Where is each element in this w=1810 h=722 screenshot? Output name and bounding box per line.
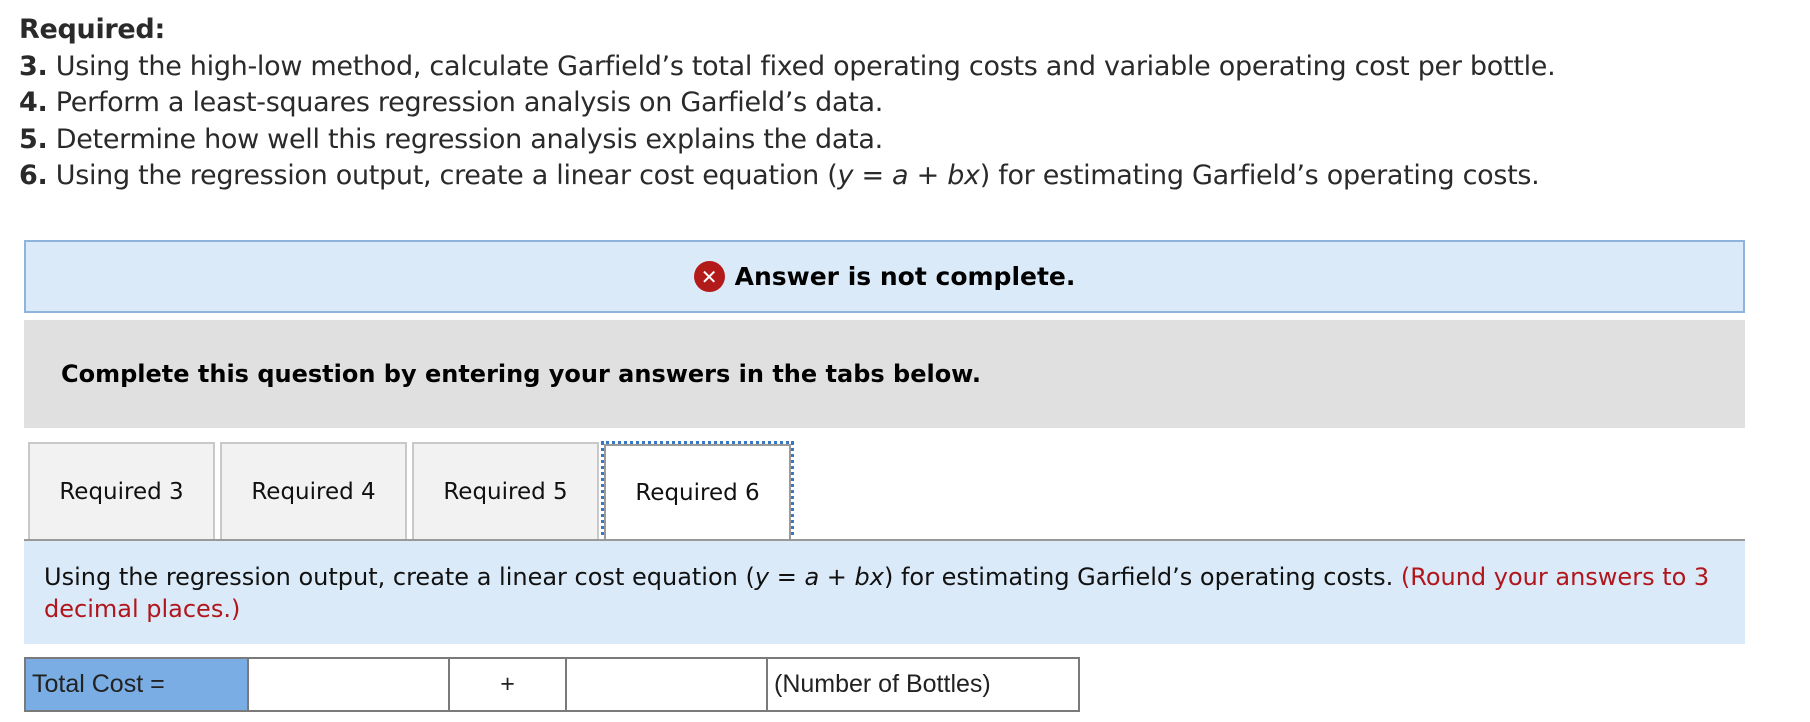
- required-item-5: 5. Determine how well this regression an…: [19, 122, 1779, 159]
- text-segment: Using the regression output, create a li…: [44, 563, 755, 591]
- required-item-number: 5.: [19, 123, 48, 155]
- fixed-cost-cell: [247, 657, 450, 712]
- equation-plus: +: [819, 563, 855, 591]
- equation-plus: +: [908, 160, 948, 191]
- required-item-text: Using the high-low method, calculate Gar…: [55, 50, 1556, 82]
- text-segment: Using the regression output, create a li…: [55, 160, 838, 191]
- cost-equation-table: Total Cost = + (Number of Bottles): [24, 657, 1080, 712]
- tab-required-3[interactable]: Required 3: [28, 442, 215, 540]
- total-cost-label: Total Cost =: [24, 657, 249, 712]
- required-item-number: 3.: [19, 50, 48, 82]
- required-heading: Required:: [19, 14, 165, 45]
- fixed-cost-input[interactable]: [249, 660, 448, 709]
- tab-bar: Required 3 Required 4 Required 5 Require…: [28, 441, 794, 543]
- equation-bx: bx: [854, 563, 884, 591]
- required-item-4: 4. Perform a least-squares regression an…: [19, 85, 1779, 122]
- required-item-3: 3. Using the high-low method, calculate …: [19, 49, 1779, 86]
- answer-status-alert: ✕ Answer is not complete.: [24, 240, 1745, 313]
- tab-panel-required-6: Using the regression output, create a li…: [24, 541, 1745, 644]
- error-x-icon: ✕: [693, 261, 725, 292]
- equation-equals: =: [853, 160, 893, 191]
- variable-cost-input[interactable]: [567, 660, 766, 709]
- required-item-number: 4.: [19, 87, 48, 118]
- alert-message: Answer is not complete.: [734, 262, 1076, 291]
- tab-required-4[interactable]: Required 4: [220, 442, 407, 540]
- instruction-text: Complete this question by entering your …: [61, 360, 981, 388]
- instruction-panel: Complete this question by entering your …: [24, 320, 1745, 428]
- tab-required-6[interactable]: Required 6: [601, 441, 794, 543]
- number-of-bottles-label: (Number of Bottles): [766, 657, 1080, 712]
- equation-bx: bx: [947, 160, 980, 191]
- equation-y: y: [837, 160, 854, 191]
- tab-required-5[interactable]: Required 5: [412, 442, 599, 540]
- plus-operator: +: [448, 657, 567, 712]
- required-instructions: Required: 3. Using the high-low method, …: [19, 12, 1779, 195]
- question-prompt: Using the regression output, create a li…: [44, 563, 1401, 591]
- equation-row: Total Cost = + (Number of Bottles): [24, 657, 1080, 712]
- variable-cost-cell: [565, 657, 768, 712]
- equation-a: a: [892, 160, 909, 191]
- required-item-text: Perform a least-squares regression analy…: [55, 87, 884, 118]
- text-segment: ) for estimating Garfield’s operating co…: [883, 563, 1401, 591]
- required-item-text: Determine how well this regression analy…: [55, 123, 883, 155]
- required-item-number: 6.: [19, 160, 48, 191]
- equation-equals: =: [769, 563, 805, 591]
- required-item-6: 6. Using the regression output, create a…: [19, 158, 1779, 195]
- equation-y: y: [754, 563, 770, 591]
- alert-content: ✕ Answer is not complete.: [693, 261, 1076, 292]
- equation-a: a: [804, 563, 820, 591]
- required-item-text: Using the regression output, create a li…: [56, 160, 1540, 191]
- text-segment: ) for estimating Garfield’s operating co…: [979, 160, 1540, 191]
